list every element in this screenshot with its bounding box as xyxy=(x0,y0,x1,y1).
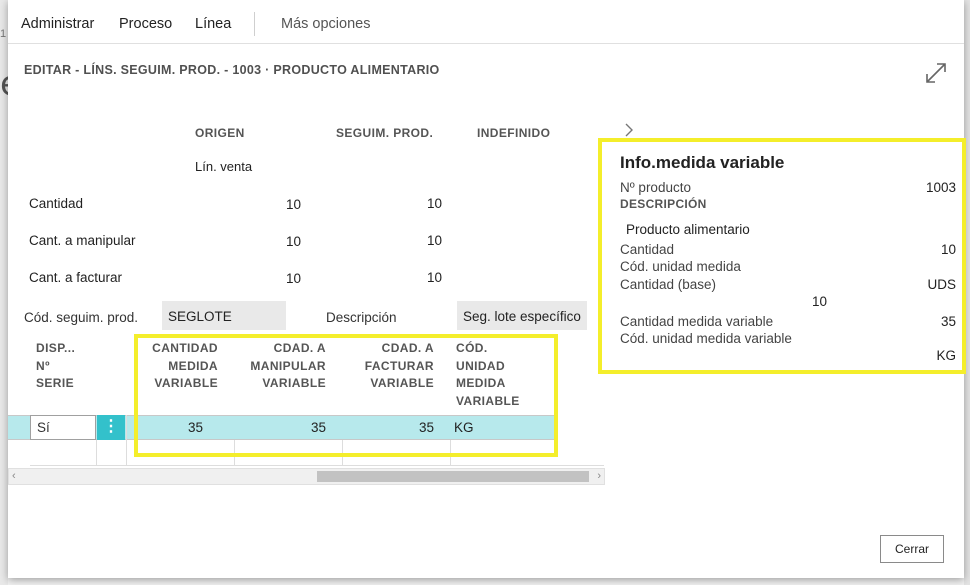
action-separator xyxy=(254,12,255,36)
fb-cantidad-label: Cantidad xyxy=(620,242,675,257)
fb-cant-medida-var-value: 35 xyxy=(940,314,956,329)
action-mas-opciones[interactable]: Más opciones xyxy=(281,16,370,32)
scroll-left-icon[interactable]: ‹ xyxy=(12,470,16,482)
action-bar: Administrar Proceso Línea Más opciones xyxy=(8,0,964,44)
dialog-title: EDITAR - LÍNS. SEGUIM. PROD. - 1003 · PR… xyxy=(24,63,440,77)
grid-divider xyxy=(450,440,451,466)
descripcion-label: Descripción xyxy=(326,310,397,325)
fb-cod-unidad-value: UDS xyxy=(927,277,956,292)
fb-cod-unidad-var-label: Cód. unidad medida variable xyxy=(620,331,792,346)
fb-cantidad-base-value: 10 xyxy=(812,294,828,309)
fb-cantidad-base-label: Cantidad (base) xyxy=(620,277,717,292)
grid-header-cantidad[interactable]: CANTIDAD MEDIDA VARIABLE xyxy=(142,340,218,393)
cantidad-seguim: 10 xyxy=(426,196,442,211)
cell-cantidad[interactable]: 35 xyxy=(188,420,203,435)
grid-header-cod-unidad[interactable]: CÓD. UNIDAD MEDIDA VARIABLE xyxy=(456,340,534,410)
close-button[interactable]: Cerrar xyxy=(880,535,944,563)
row-label-cantidad: Cantidad xyxy=(29,196,84,211)
factbox-title: Info.medida variable xyxy=(620,153,785,172)
fb-no-producto-value[interactable]: 1003 xyxy=(926,180,956,195)
cod-seguim-label: Cód. seguim. prod. xyxy=(24,310,139,325)
action-linea[interactable]: Línea xyxy=(195,16,231,32)
row-label-cant-facturar: Cant. a facturar xyxy=(29,270,123,285)
cod-seguim-field[interactable]: SEGLOTE xyxy=(162,301,286,330)
cell-cod-unidad[interactable]: KG xyxy=(454,420,474,435)
grid-divider xyxy=(96,440,97,466)
scroll-right-icon[interactable]: › xyxy=(597,470,601,482)
grid-divider xyxy=(126,415,127,466)
cant-facturar-origen: 10 xyxy=(285,271,301,286)
cant-manipular-origen: 10 xyxy=(285,234,301,249)
background-number: 1 xyxy=(0,28,7,40)
origen-subtitle: Lín. venta xyxy=(195,159,253,174)
cantidad-origen: 10 xyxy=(285,197,301,212)
scroll-thumb[interactable] xyxy=(317,471,589,482)
grid-divider xyxy=(342,440,343,466)
cell-cdad-manipular[interactable]: 35 xyxy=(311,420,326,435)
col-indefinido: INDEFINIDO xyxy=(477,126,551,140)
action-administrar[interactable]: Administrar xyxy=(21,16,94,32)
fb-descripcion-caption: DESCRIPCIÓN xyxy=(620,197,707,211)
grid-header-cdad-manipular[interactable]: CDAD. A MANIPULAR VARIABLE xyxy=(240,340,326,393)
background-right-edge xyxy=(964,0,970,585)
factbox-info-medida-variable: Info.medida variable Nº producto 1003 DE… xyxy=(600,140,964,372)
col-seguim-prod: SEGUIM. PROD. xyxy=(336,126,434,140)
descripcion-field[interactable]: Seg. lote específico xyxy=(457,301,587,330)
chevron-right-icon[interactable] xyxy=(622,122,636,138)
grid-header-disp[interactable]: DISP... Nº SERIE xyxy=(36,340,80,393)
grid-divider xyxy=(234,440,235,466)
fb-cod-unidad-label: Cód. unidad medida xyxy=(620,259,741,274)
cell-cdad-facturar[interactable]: 35 xyxy=(419,420,434,435)
edit-tracking-lines-dialog: Administrar Proceso Línea Más opciones E… xyxy=(8,0,966,578)
cant-facturar-seguim: 10 xyxy=(426,270,442,285)
cant-manipular-seguim: 10 xyxy=(426,233,442,248)
row-menu-button[interactable]: ⋮ xyxy=(97,415,125,440)
fb-cantidad-value: 10 xyxy=(940,242,956,257)
horizontal-scrollbar[interactable]: ‹ › xyxy=(8,468,605,485)
col-origen: ORIGEN xyxy=(195,126,245,140)
row-label-cant-manipular: Cant. a manipular xyxy=(29,233,136,248)
fb-descripcion-value: Producto alimentario xyxy=(626,222,750,237)
cell-disp-serie[interactable]: Sí xyxy=(30,415,96,440)
fb-cant-medida-var-label: Cantidad medida variable xyxy=(620,314,774,329)
fb-cod-unidad-var-value: KG xyxy=(936,348,956,363)
fb-no-producto-label: Nº producto xyxy=(620,180,691,195)
table-row-empty[interactable] xyxy=(30,440,604,466)
grid-header-cdad-facturar[interactable]: CDAD. A FACTURAR VARIABLE xyxy=(354,340,434,393)
expand-icon[interactable] xyxy=(924,61,948,85)
action-proceso[interactable]: Proceso xyxy=(119,16,172,32)
grid-header-disp-text: DISP... Nº SERIE xyxy=(36,341,76,390)
